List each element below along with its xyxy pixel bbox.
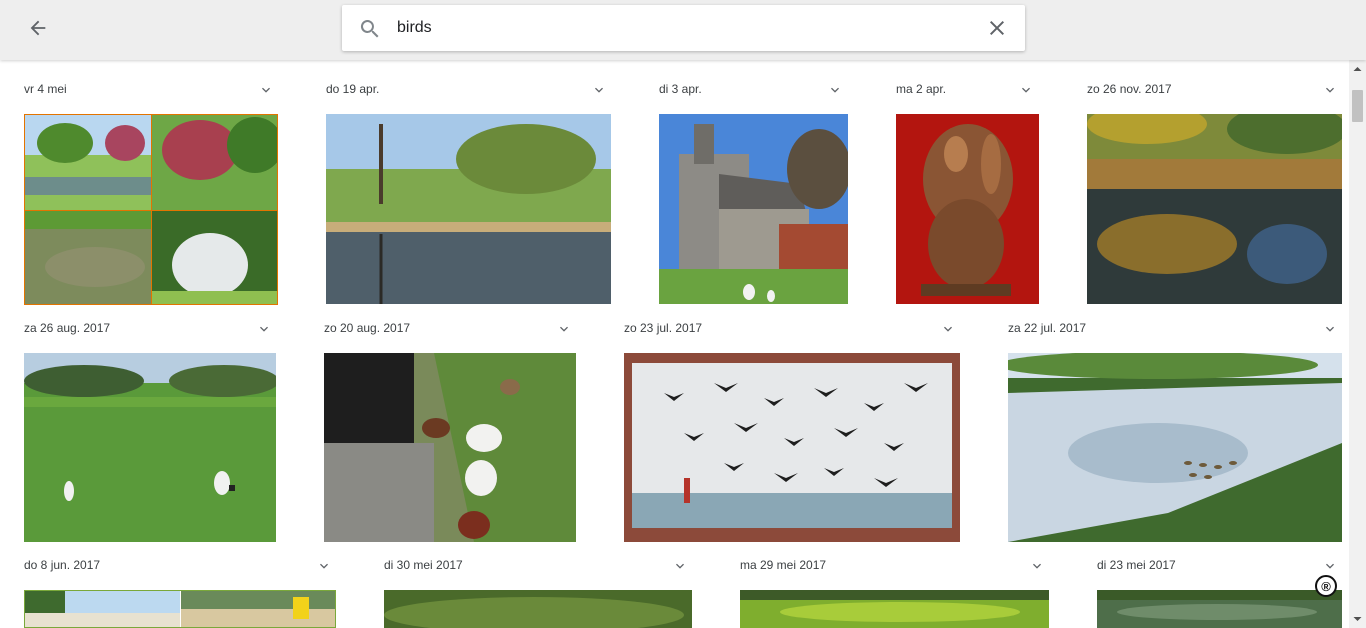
- group-date: ma 2 apr.: [896, 82, 947, 96]
- photo-canal[interactable]: [326, 114, 611, 304]
- search-input[interactable]: [397, 15, 957, 41]
- back-button[interactable]: [22, 12, 54, 44]
- chevron-down-icon[interactable]: [672, 558, 688, 574]
- chevron-down-icon[interactable]: [258, 82, 274, 98]
- chevron-down-icon[interactable]: [256, 321, 272, 337]
- group-date: vr 4 mei: [24, 82, 67, 96]
- group-date: zo 20 aug. 2017: [324, 321, 411, 335]
- chevron-down-icon[interactable]: [316, 558, 332, 574]
- chevron-down-icon[interactable]: [591, 82, 607, 98]
- group-date: di 23 mei 2017: [1097, 558, 1176, 572]
- photo-wood-carving[interactable]: [896, 114, 1039, 304]
- photo-sunny-lawn[interactable]: [740, 590, 1049, 628]
- photo-pond[interactable]: [1097, 590, 1342, 628]
- chevron-down-icon[interactable]: [940, 321, 956, 337]
- search-icon: [360, 20, 379, 38]
- close-icon[interactable]: [985, 16, 1009, 40]
- photo-autumn-pond[interactable]: [1087, 114, 1342, 304]
- registered-badge: ®: [1315, 575, 1337, 597]
- group-date: di 3 apr.: [659, 82, 702, 96]
- photo-collage-beach[interactable]: [24, 590, 336, 628]
- chevron-down-icon[interactable]: [1322, 82, 1338, 98]
- photo-collage-park[interactable]: [24, 114, 278, 305]
- scrollbar-thumb[interactable]: [1352, 90, 1363, 122]
- group-date: zo 23 jul. 2017: [624, 321, 703, 335]
- chevron-down-icon[interactable]: [1018, 82, 1034, 98]
- photo-storks-field[interactable]: [24, 353, 276, 542]
- scroll-down-arrow-icon[interactable]: [1349, 614, 1366, 624]
- group-date: do 8 jun. 2017: [24, 558, 101, 572]
- top-bar: [0, 0, 1366, 60]
- group-date: ma 29 mei 2017: [740, 558, 827, 572]
- photo-grass[interactable]: [384, 590, 692, 628]
- chevron-down-icon[interactable]: [1322, 558, 1338, 574]
- group-date: za 26 aug. 2017: [24, 321, 111, 335]
- search-box: [342, 5, 1025, 51]
- group-date: di 30 mei 2017: [384, 558, 463, 572]
- photo-bird-mural[interactable]: [624, 353, 960, 542]
- scrollbar[interactable]: [1349, 60, 1366, 628]
- scroll-up-arrow-icon[interactable]: [1349, 64, 1366, 74]
- group-date: za 22 jul. 2017: [1008, 321, 1087, 335]
- chevron-down-icon[interactable]: [556, 321, 572, 337]
- chevron-down-icon[interactable]: [1322, 321, 1338, 337]
- photo-ducks-river[interactable]: [1008, 353, 1342, 542]
- photo-church[interactable]: [659, 114, 848, 304]
- chevron-down-icon[interactable]: [1029, 558, 1045, 574]
- arrow-left-icon: [30, 20, 46, 36]
- group-date: do 19 apr.: [326, 82, 380, 96]
- group-date: zo 26 nov. 2017: [1087, 82, 1172, 96]
- photo-chickens[interactable]: [324, 353, 576, 542]
- chevron-down-icon[interactable]: [827, 82, 843, 98]
